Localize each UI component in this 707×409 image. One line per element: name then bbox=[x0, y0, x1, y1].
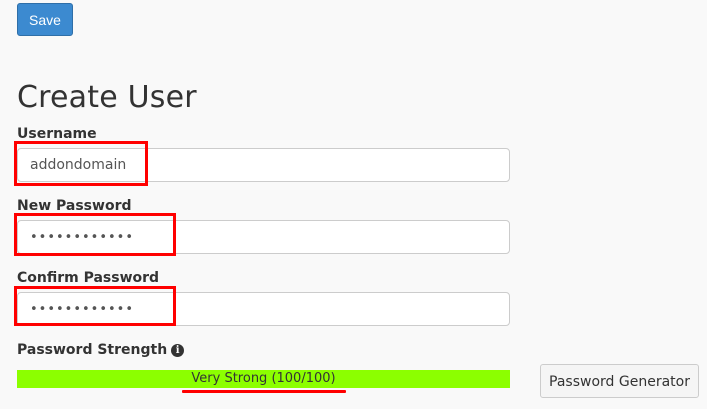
username-label: Username bbox=[17, 126, 97, 142]
password-strength-label: Password Strength i bbox=[17, 342, 185, 358]
password-strength-meter: Very Strong (100/100) bbox=[17, 370, 510, 388]
password-generator-button[interactable]: Password Generator bbox=[540, 364, 699, 398]
strength-underline-highlight bbox=[182, 390, 346, 393]
password-strength-label-text: Password Strength bbox=[17, 342, 168, 358]
new-password-input[interactable] bbox=[17, 220, 510, 254]
info-icon[interactable]: i bbox=[171, 344, 185, 357]
password-strength-text: Very Strong (100/100) bbox=[191, 371, 336, 386]
username-input[interactable] bbox=[17, 148, 510, 182]
confirm-password-label: Confirm Password bbox=[17, 270, 160, 286]
new-password-label: New Password bbox=[17, 198, 132, 214]
confirm-password-input[interactable] bbox=[17, 292, 510, 326]
page-title: Create User bbox=[17, 80, 197, 115]
save-button[interactable]: Save bbox=[17, 3, 73, 36]
